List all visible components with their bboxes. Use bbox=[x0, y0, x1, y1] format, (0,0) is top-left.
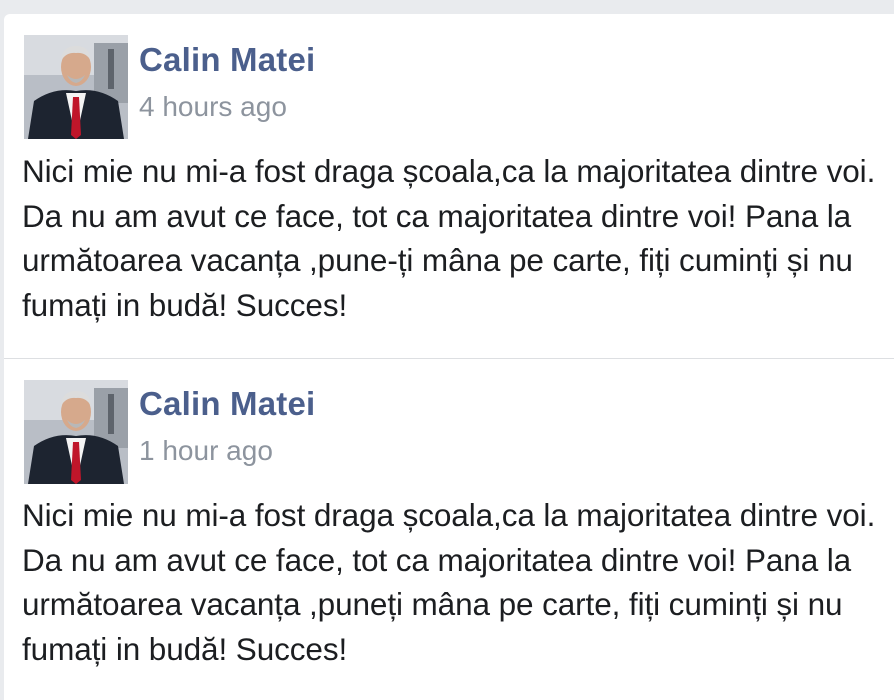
author-name[interactable]: Calin Matei bbox=[139, 385, 315, 423]
feed: Calin Matei 4 hours ago Nici mie nu mi-a… bbox=[0, 0, 894, 700]
profile-photo-icon bbox=[24, 380, 128, 484]
post-text: Nici mie nu mi-a fost draga școala,ca la… bbox=[22, 497, 876, 667]
author-name[interactable]: Calin Matei bbox=[139, 41, 315, 79]
post: Calin Matei 1 hour ago Nici mie nu mi-a … bbox=[4, 359, 894, 700]
post: Calin Matei 4 hours ago Nici mie nu mi-a… bbox=[4, 14, 894, 358]
avatar[interactable] bbox=[24, 35, 128, 139]
avatar[interactable] bbox=[24, 380, 128, 484]
profile-photo-icon bbox=[24, 35, 128, 139]
post-timestamp[interactable]: 1 hour ago bbox=[139, 435, 273, 467]
post-timestamp[interactable]: 4 hours ago bbox=[139, 91, 287, 123]
post-text: Nici mie nu mi-a fost draga școala,ca la… bbox=[22, 153, 876, 323]
